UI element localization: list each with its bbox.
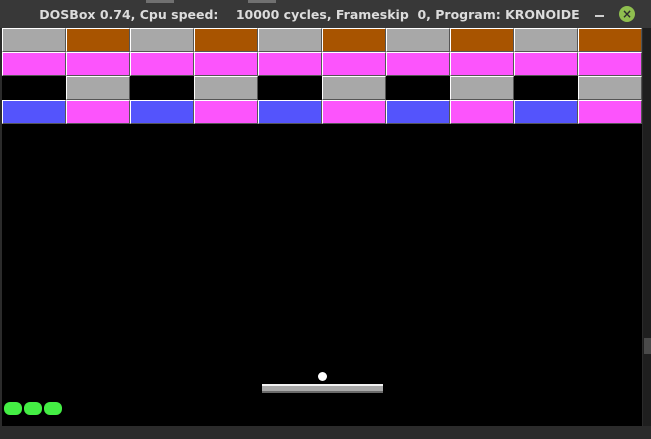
brick-gray xyxy=(66,76,130,100)
life-icon xyxy=(44,402,62,415)
brick-magenta xyxy=(450,52,514,76)
brick-brown xyxy=(450,28,514,52)
brick-blue xyxy=(258,100,322,124)
brick-gray xyxy=(386,28,450,52)
brick-blue xyxy=(2,100,66,124)
brick-blue xyxy=(514,100,578,124)
brick-blue xyxy=(386,100,450,124)
window-title: DOSBox 0.74, Cpu speed: 10000 cycles, Fr… xyxy=(39,7,580,22)
brick-magenta xyxy=(258,52,322,76)
brick-magenta xyxy=(130,52,194,76)
life-icon xyxy=(4,402,22,415)
window-edge xyxy=(643,28,651,426)
brick-magenta xyxy=(194,52,258,76)
brick-gray xyxy=(130,28,194,52)
brick-gray xyxy=(514,28,578,52)
brick-magenta xyxy=(578,52,642,76)
brick-magenta xyxy=(386,52,450,76)
brick-brown xyxy=(194,28,258,52)
brick-gray xyxy=(450,76,514,100)
brick-magenta xyxy=(450,100,514,124)
brick-gray xyxy=(258,28,322,52)
ball xyxy=(318,372,327,381)
brick-brown xyxy=(578,28,642,52)
background-window-edge xyxy=(644,338,651,354)
brick-magenta xyxy=(66,100,130,124)
brick-brown xyxy=(322,28,386,52)
paddle xyxy=(262,384,383,393)
close-icon: × xyxy=(619,6,635,22)
brick-magenta xyxy=(194,100,258,124)
brick-magenta xyxy=(514,52,578,76)
brick-magenta xyxy=(322,100,386,124)
brick-magenta xyxy=(322,52,386,76)
window-titlebar[interactable]: DOSBox 0.74, Cpu speed: 10000 cycles, Fr… xyxy=(0,0,651,28)
brick-gray xyxy=(2,28,66,52)
life-icon xyxy=(24,402,42,415)
brick-magenta xyxy=(578,100,642,124)
brick-gray xyxy=(194,76,258,100)
minimize-icon xyxy=(594,15,604,17)
game-screen[interactable] xyxy=(2,28,642,426)
brick-blue xyxy=(130,100,194,124)
brick-magenta xyxy=(2,52,66,76)
brick-gray xyxy=(322,76,386,100)
brick-magenta xyxy=(66,52,130,76)
brick-gray xyxy=(578,76,642,100)
minimize-button[interactable] xyxy=(590,5,608,23)
close-button[interactable]: × xyxy=(618,5,636,23)
brick-brown xyxy=(66,28,130,52)
